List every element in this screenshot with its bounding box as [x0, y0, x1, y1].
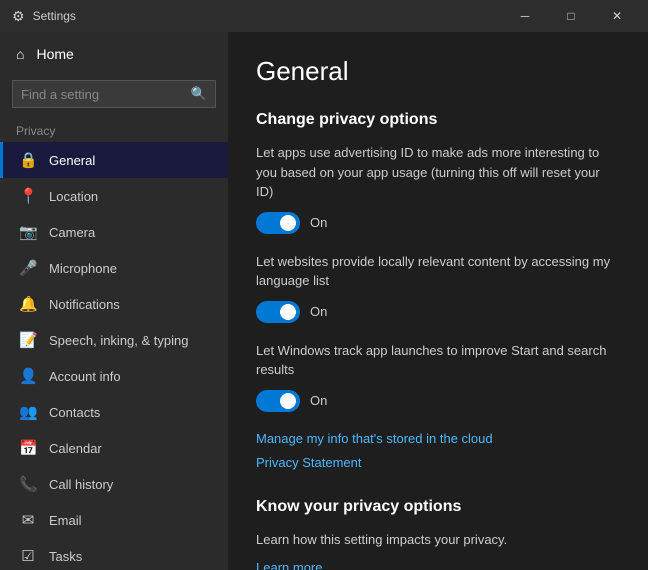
page-title: General [256, 56, 620, 87]
toggle2-label: On [310, 304, 327, 319]
toggle3[interactable] [256, 390, 300, 412]
account-icon: 👤 [19, 367, 37, 385]
sidebar-item-general-label: General [49, 153, 95, 168]
toggle1-row: On [256, 212, 620, 234]
sidebar-item-speech[interactable]: 📝 Speech, inking, & typing [0, 322, 228, 358]
sidebar-item-callhistory-label: Call history [49, 477, 113, 492]
contacts-icon: 👥 [19, 403, 37, 421]
maximize-button[interactable]: □ [548, 0, 594, 32]
sidebar-item-email-label: Email [49, 513, 82, 528]
manage-info-link[interactable]: Manage my info that's stored in the clou… [256, 431, 493, 446]
sidebar-item-speech-label: Speech, inking, & typing [49, 333, 188, 348]
sidebar-item-contacts[interactable]: 👥 Contacts [0, 394, 228, 430]
title-bar-left: ⚙ Settings [12, 8, 76, 25]
search-input[interactable] [21, 87, 185, 102]
section2-title: Know your privacy options [256, 498, 620, 516]
toggle2[interactable] [256, 301, 300, 323]
sidebar-item-calendar[interactable]: 📅 Calendar [0, 430, 228, 466]
speech-icon: 📝 [19, 331, 37, 349]
sidebar: ⌂ Home 🔍 Privacy 🔒 General 📍 Location 📷 … [0, 32, 228, 570]
close-button[interactable]: ✕ [594, 0, 640, 32]
sidebar-item-tasks-label: Tasks [49, 549, 82, 564]
tasks-icon: ☑ [19, 547, 37, 565]
sidebar-item-account[interactable]: 👤 Account info [0, 358, 228, 394]
sidebar-item-location[interactable]: 📍 Location [0, 178, 228, 214]
callhistory-icon: 📞 [19, 475, 37, 493]
notifications-icon: 🔔 [19, 295, 37, 313]
sidebar-item-camera[interactable]: 📷 Camera [0, 214, 228, 250]
sidebar-item-camera-label: Camera [49, 225, 95, 240]
sidebar-item-account-label: Account info [49, 369, 121, 384]
toggle3-label: On [310, 393, 327, 408]
settings-icon: ⚙ [12, 8, 25, 25]
toggle1-description: Let apps use advertising ID to make ads … [256, 143, 620, 202]
learn-more-link[interactable]: Learn more [256, 560, 322, 570]
email-icon: ✉ [19, 511, 37, 529]
app-container: ⌂ Home 🔍 Privacy 🔒 General 📍 Location 📷 … [0, 32, 648, 570]
title-bar-title: Settings [33, 9, 76, 23]
sidebar-item-contacts-label: Contacts [49, 405, 100, 420]
camera-icon: 📷 [19, 223, 37, 241]
toggle2-row: On [256, 301, 620, 323]
home-label: Home [36, 46, 73, 62]
sidebar-item-general[interactable]: 🔒 General [0, 142, 228, 178]
toggle2-description: Let websites provide locally relevant co… [256, 252, 620, 291]
sidebar-home-button[interactable]: ⌂ Home [0, 32, 228, 76]
main-content: General Change privacy options Let apps … [228, 32, 648, 570]
general-icon: 🔒 [19, 151, 37, 169]
toggle3-description: Let Windows track app launches to improv… [256, 341, 620, 380]
sidebar-item-callhistory[interactable]: 📞 Call history [0, 466, 228, 502]
sidebar-item-tasks[interactable]: ☑ Tasks [0, 538, 228, 570]
privacy-statement-link[interactable]: Privacy Statement [256, 455, 362, 470]
title-bar-controls: ─ □ ✕ [502, 0, 640, 32]
minimize-button[interactable]: ─ [502, 0, 548, 32]
location-icon: 📍 [19, 187, 37, 205]
search-box[interactable]: 🔍 [12, 80, 216, 108]
microphone-icon: 🎤 [19, 259, 37, 277]
home-icon: ⌂ [16, 46, 24, 62]
sidebar-item-microphone[interactable]: 🎤 Microphone [0, 250, 228, 286]
sidebar-item-microphone-label: Microphone [49, 261, 117, 276]
sidebar-item-notifications[interactable]: 🔔 Notifications [0, 286, 228, 322]
section2-description: Learn how this setting impacts your priv… [256, 530, 620, 550]
toggle1-label: On [310, 215, 327, 230]
toggle3-row: On [256, 390, 620, 412]
title-bar: ⚙ Settings ─ □ ✕ [0, 0, 648, 32]
sidebar-item-location-label: Location [49, 189, 98, 204]
calendar-icon: 📅 [19, 439, 37, 457]
sidebar-item-email[interactable]: ✉ Email [0, 502, 228, 538]
sidebar-section-label: Privacy [0, 116, 228, 142]
sidebar-item-notifications-label: Notifications [49, 297, 120, 312]
section1-title: Change privacy options [256, 111, 620, 129]
sidebar-item-calendar-label: Calendar [49, 441, 102, 456]
search-icon: 🔍 [191, 86, 207, 102]
toggle1[interactable] [256, 212, 300, 234]
